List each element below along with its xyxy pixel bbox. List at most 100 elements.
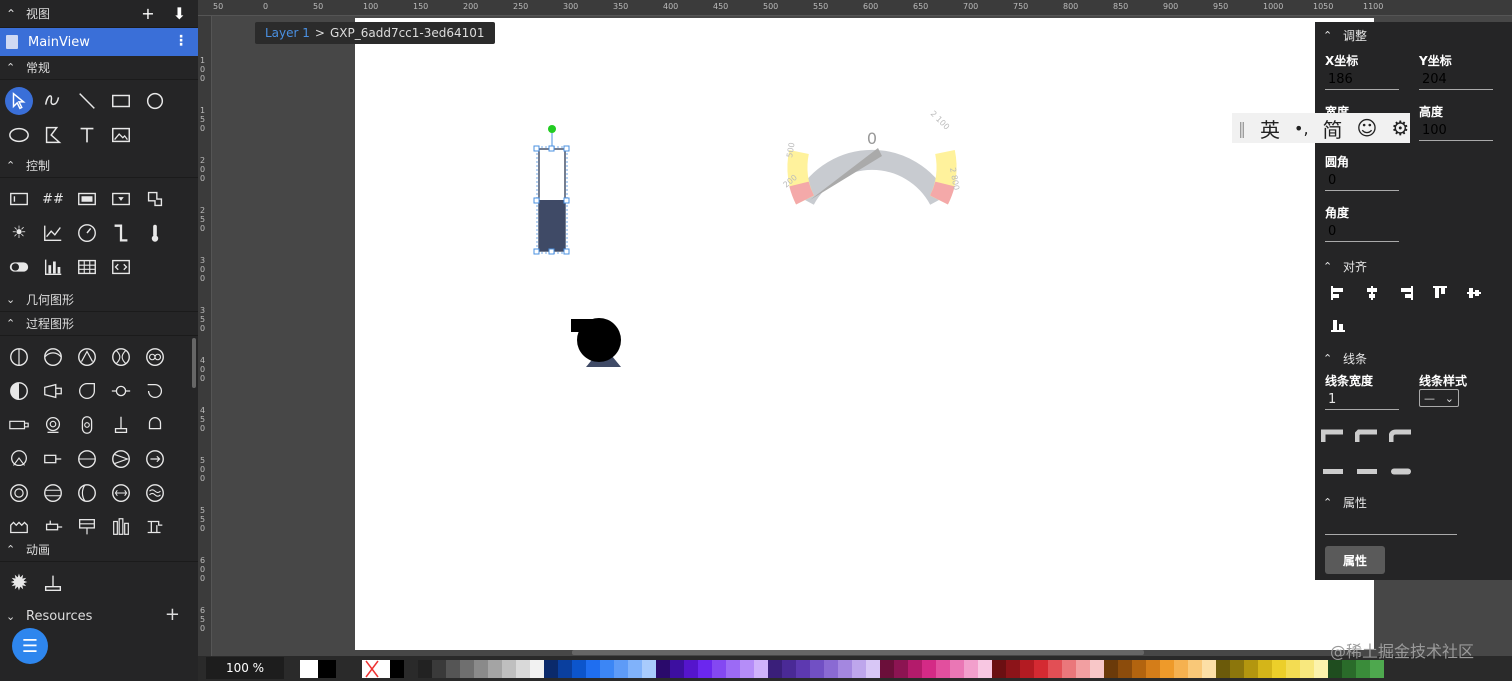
color-swatch[interactable] — [796, 660, 810, 678]
ime-simp[interactable]: 简 — [1323, 114, 1343, 143]
color-swatch[interactable] — [1258, 660, 1272, 678]
wave-icon[interactable] — [138, 476, 172, 510]
color-swatch[interactable] — [978, 660, 992, 678]
meter-icon[interactable] — [138, 442, 172, 476]
color-swatch[interactable] — [908, 660, 922, 678]
radius-input[interactable]: 0 — [1325, 173, 1399, 191]
color-swatch[interactable] — [950, 660, 964, 678]
section-props[interactable]: ⌃ 属性 — [1315, 490, 1375, 514]
color-swatch[interactable] — [1062, 660, 1076, 678]
ime-lang[interactable]: 英 — [1260, 114, 1280, 143]
color-swatch[interactable] — [1160, 660, 1174, 678]
color-swatch[interactable] — [488, 660, 502, 678]
bar-chart-icon[interactable] — [36, 250, 70, 284]
color-swatch[interactable] — [1104, 660, 1118, 678]
lift-animation-icon[interactable] — [36, 566, 70, 600]
color-swatch[interactable] — [558, 660, 572, 678]
motor-icon[interactable] — [36, 408, 70, 442]
color-swatch[interactable] — [894, 660, 908, 678]
cap-square-icon[interactable] — [1355, 464, 1379, 478]
color-swatch[interactable] — [502, 660, 516, 678]
pointer-tool-icon[interactable] — [5, 87, 33, 115]
hook-shape-icon[interactable] — [138, 374, 172, 408]
compressor-icon[interactable] — [70, 408, 104, 442]
y-input[interactable]: 204 — [1419, 72, 1493, 90]
section-line[interactable]: ⌃ 线条 — [1315, 346, 1375, 370]
ball-shape-icon[interactable] — [104, 340, 138, 374]
color-swatch[interactable] — [992, 660, 1006, 678]
double-circle-icon[interactable] — [138, 340, 172, 374]
resize-handle[interactable] — [563, 197, 570, 204]
text-tool-icon[interactable] — [70, 118, 104, 152]
color-swatch[interactable] — [880, 660, 894, 678]
dome-icon[interactable] — [70, 442, 104, 476]
color-swatch[interactable] — [1020, 660, 1034, 678]
color-swatch[interactable] — [1230, 660, 1244, 678]
separator-icon[interactable] — [36, 476, 70, 510]
chevron-up-icon[interactable]: ⌃ — [6, 7, 20, 21]
freehand-tool-icon[interactable] — [36, 84, 70, 118]
cap-round-icon[interactable] — [1389, 464, 1413, 478]
sidebar-scrollbar[interactable] — [192, 338, 196, 388]
height-input[interactable]: 100 — [1419, 123, 1493, 141]
toggle-switch-icon[interactable] — [2, 250, 36, 284]
color-swatch[interactable] — [1034, 660, 1048, 678]
valve-control-icon[interactable] — [138, 182, 172, 216]
align-middle-icon[interactable] — [1457, 277, 1491, 309]
color-swatch[interactable] — [684, 660, 698, 678]
section-general[interactable]: ⌃ 常规 — [0, 56, 198, 80]
color-swatch[interactable] — [614, 660, 628, 678]
resize-handle[interactable] — [548, 145, 555, 152]
color-swatch[interactable] — [418, 660, 432, 678]
nozzle-shape-icon[interactable] — [36, 374, 70, 408]
section-geometry[interactable]: ⌄ 几何图形 — [0, 288, 198, 312]
section-process[interactable]: ⌃ 过程图形 — [0, 312, 198, 336]
color-swatch[interactable] — [586, 660, 600, 678]
add-resource-icon[interactable]: + — [165, 604, 180, 625]
conveyor-icon[interactable] — [2, 408, 36, 442]
color-swatch[interactable] — [432, 660, 446, 678]
dropdown-control-icon[interactable] — [104, 182, 138, 216]
section-adjust[interactable]: ⌃ 调整 — [1315, 23, 1512, 47]
more-icon[interactable]: ⋮ — [174, 33, 188, 49]
pipe-control-icon[interactable] — [104, 216, 138, 250]
color-swatch[interactable] — [1090, 660, 1104, 678]
color-swatch[interactable] — [726, 660, 740, 678]
color-swatch[interactable] — [838, 660, 852, 678]
gauge-control-icon[interactable] — [70, 216, 104, 250]
rotate-handle[interactable] — [548, 125, 556, 133]
color-swatch[interactable] — [1132, 660, 1146, 678]
number-input-icon[interactable]: ## — [36, 182, 70, 216]
gauge-widget[interactable]: 0 500 200 2 100 2 800 — [782, 109, 961, 205]
resize-handle[interactable] — [563, 248, 570, 255]
color-swatch[interactable] — [824, 660, 838, 678]
color-swatch[interactable] — [390, 660, 404, 678]
filter-icon[interactable] — [2, 442, 36, 476]
join-round-icon[interactable] — [1389, 428, 1413, 444]
color-swatch[interactable] — [318, 660, 336, 678]
add-view-icon[interactable]: + — [141, 4, 154, 23]
half-circle-icon[interactable] — [2, 374, 36, 408]
color-swatch[interactable] — [922, 660, 936, 678]
join-miter-icon[interactable] — [1321, 428, 1345, 444]
angle-input[interactable]: 0 — [1325, 224, 1399, 242]
image-tool-icon[interactable] — [104, 118, 138, 152]
color-swatch[interactable] — [936, 660, 950, 678]
button-control-icon[interactable] — [70, 182, 104, 216]
thermometer-icon[interactable] — [138, 216, 172, 250]
ellipse-tool-icon[interactable] — [2, 118, 36, 152]
color-swatch[interactable] — [474, 660, 488, 678]
section-align[interactable]: ⌃ 对齐 — [1315, 254, 1375, 278]
color-swatch[interactable] — [642, 660, 656, 678]
vessel-shape-icon[interactable] — [70, 340, 104, 374]
color-swatch[interactable] — [698, 660, 712, 678]
props-input[interactable] — [1325, 523, 1457, 535]
zoom-level[interactable]: 100 % — [206, 657, 284, 679]
rectangle-tool-icon[interactable] — [104, 84, 138, 118]
cap-butt-icon[interactable] — [1321, 464, 1345, 478]
resize-handle[interactable] — [533, 248, 540, 255]
color-swatch[interactable] — [656, 660, 670, 678]
color-swatch[interactable] — [1244, 660, 1258, 678]
color-swatch[interactable] — [1188, 660, 1202, 678]
color-swatch[interactable] — [782, 660, 796, 678]
